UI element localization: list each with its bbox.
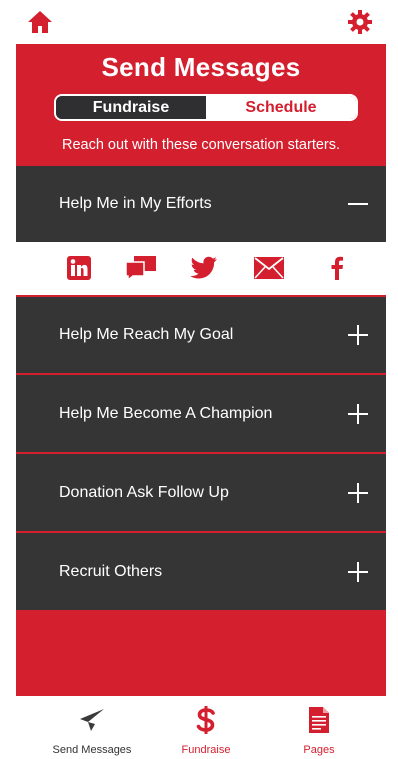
tab-label: Pages bbox=[303, 744, 335, 756]
tab-label: Fundraise bbox=[181, 744, 231, 756]
header-subtitle: Reach out with these conversation starte… bbox=[61, 137, 341, 153]
dollar-icon bbox=[192, 706, 220, 734]
plus-icon[interactable] bbox=[348, 561, 368, 582]
accordion-item-donation-ask-follow-up[interactable]: Donation Ask Follow Up bbox=[16, 454, 386, 531]
minus-icon[interactable] bbox=[348, 194, 368, 214]
tab-fundraise[interactable]: Fundraise bbox=[56, 96, 206, 119]
accordion-item-label: Help Me Reach My Goal bbox=[59, 326, 234, 343]
page-title: Send Messages bbox=[101, 52, 301, 82]
facebook-icon[interactable] bbox=[322, 254, 352, 282]
accordion-item-help-me-reach-my-goal[interactable]: Help Me Reach My Goal bbox=[16, 297, 386, 373]
twitter-icon[interactable] bbox=[189, 254, 219, 282]
top-bar bbox=[0, 0, 398, 44]
tab-send-messages[interactable]: Send Messages bbox=[32, 696, 152, 759]
share-icons-row bbox=[16, 242, 386, 297]
header-panel: Send Messages Fundraise Schedule Reach o… bbox=[16, 44, 386, 166]
footer-red-area bbox=[16, 610, 386, 696]
accordion-item-help-me-become-a-champion[interactable]: Help Me Become A Champion bbox=[16, 375, 386, 452]
accordion-item-recruit-others[interactable]: Recruit Others bbox=[16, 533, 386, 610]
tab-fundraise-nav[interactable]: Fundraise bbox=[146, 696, 266, 759]
document-icon bbox=[305, 706, 333, 734]
accordion-item-label: Donation Ask Follow Up bbox=[59, 483, 229, 501]
app-screen: Send Messages Fundraise Schedule Reach o… bbox=[0, 0, 398, 759]
gear-icon[interactable] bbox=[346, 8, 374, 36]
home-icon[interactable] bbox=[26, 8, 54, 36]
accordion-item-help-me-in-my-efforts[interactable]: Help Me in My Efforts bbox=[16, 166, 386, 242]
bottom-tab-bar: Send Messages Fundraise Pages bbox=[16, 696, 386, 759]
plus-icon[interactable] bbox=[348, 482, 368, 503]
plus-icon[interactable] bbox=[348, 325, 368, 345]
tab-schedule[interactable]: Schedule bbox=[206, 96, 356, 119]
message-icon[interactable] bbox=[126, 254, 156, 282]
linkedin-icon[interactable] bbox=[64, 254, 94, 282]
segmented-control: Fundraise Schedule bbox=[54, 94, 358, 121]
accordion-item-label: Help Me in My Efforts bbox=[59, 195, 212, 212]
email-icon[interactable] bbox=[254, 254, 284, 282]
tab-label: Send Messages bbox=[52, 744, 132, 756]
accordion-item-label: Recruit Others bbox=[59, 562, 163, 580]
tab-pages[interactable]: Pages bbox=[259, 696, 379, 759]
accordion-item-label: Help Me Become A Champion bbox=[59, 404, 273, 422]
paper-plane-icon bbox=[78, 706, 106, 734]
plus-icon[interactable] bbox=[348, 403, 368, 424]
